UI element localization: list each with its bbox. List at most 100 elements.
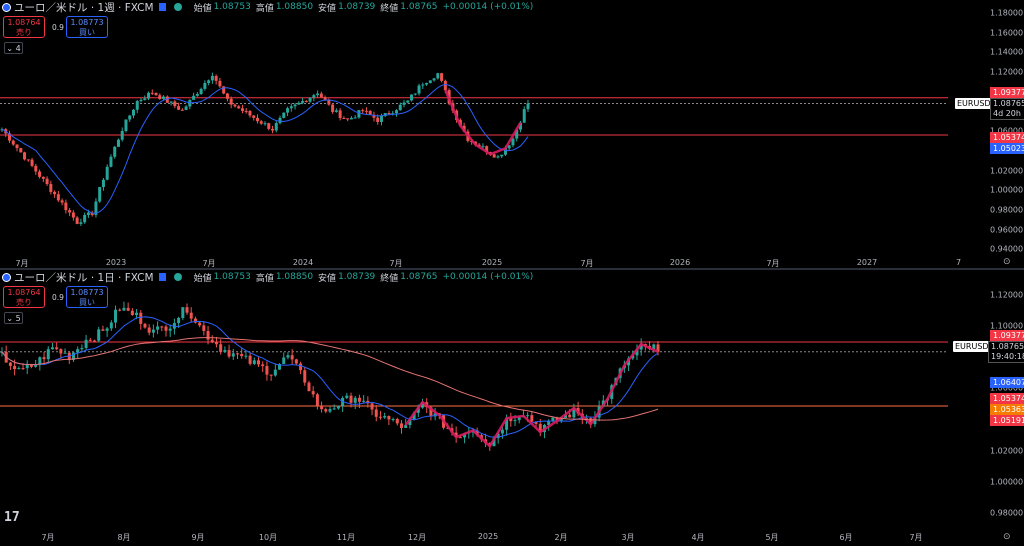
candle-body (353, 117, 357, 119)
candle-body (349, 395, 353, 403)
symbol-logo-icon (2, 2, 11, 12)
candle-body (319, 93, 323, 98)
candle-body (410, 94, 414, 101)
candle-body (252, 360, 256, 364)
candle-body (135, 101, 139, 110)
candle-body (105, 166, 109, 180)
candle-body (235, 353, 239, 355)
candle-body (113, 146, 117, 157)
candle-body (151, 329, 155, 333)
candle-body (278, 117, 282, 124)
candle-body (41, 176, 45, 179)
candle-body (19, 148, 23, 153)
candle-body (273, 369, 277, 376)
settings-gear-icon[interactable]: ⊙ (1003, 532, 1011, 542)
spread-value: 0.9 (52, 23, 64, 32)
candle-body (271, 128, 275, 131)
daily-chart-pane[interactable]: ユーロ／米ドル · 1日 · FXCM 始値 1.08753 高値 1.08850 … (0, 270, 1024, 546)
candle-body (164, 326, 168, 331)
sell-label: 売り (16, 28, 32, 37)
candle-body (294, 359, 298, 364)
candle-body (261, 364, 265, 367)
price-axis[interactable]: 1.180001.160001.140001.120001.100001.080… (948, 0, 1024, 258)
last-price-box: 1.08765 19:40:18 (988, 341, 1024, 363)
sell-button[interactable]: 1.08764 売り (3, 286, 45, 308)
candle-body (76, 349, 80, 353)
indicators-collapse-button[interactable]: ⌄ 5 (4, 312, 23, 324)
candle-body (265, 366, 269, 375)
candle-body (177, 106, 181, 110)
flag-icon[interactable] (158, 3, 166, 11)
buy-button[interactable]: 1.08773 買い (66, 286, 108, 308)
y-tick-label: 1.18000 (990, 8, 1024, 18)
candle-body (50, 347, 54, 350)
settings-gear-icon[interactable]: ⊙ (1003, 257, 1011, 267)
candle-body (80, 347, 84, 350)
candle-body (357, 110, 361, 118)
weekly-chart-pane[interactable]: ユーロ／米ドル · 1週 · FXCM 始値 1.08753 高値 1.08850 … (0, 0, 1024, 277)
candle-body (362, 400, 366, 402)
x-tick-label: 4月 (691, 533, 705, 542)
price-tag-ma-slow: 1.05363 (990, 404, 1024, 415)
chart-title[interactable]: ユーロ／米ドル · 1週 · FXCM (14, 0, 154, 15)
candle-body (177, 317, 181, 324)
tradingview-logo-icon[interactable]: 17 (4, 510, 20, 525)
price-tag-support: 1.05374 (990, 393, 1024, 404)
candle-body (109, 156, 113, 167)
candle-body (46, 349, 50, 360)
candle-body (160, 326, 164, 328)
candle-body (231, 353, 235, 357)
candle-body (93, 340, 97, 342)
symbol-tag: EURUSD (953, 341, 991, 352)
candle-body (257, 360, 261, 365)
candle-body (267, 123, 271, 129)
candle-body (135, 312, 139, 315)
market-open-icon (173, 273, 182, 281)
candle-body (98, 187, 102, 202)
bar-countdown: 19:40:18 (991, 352, 1024, 361)
x-tick-label: 2026 (669, 258, 691, 267)
candle-body (30, 159, 34, 166)
price-tag-low: 1.05191 (990, 415, 1024, 426)
candle-body (304, 100, 308, 102)
y-tick-label: 1.02000 (990, 166, 1024, 176)
candle-body (185, 307, 189, 313)
candle-body (345, 395, 349, 398)
indicators-collapse-button[interactable]: ⌄ 4 (4, 42, 23, 54)
candle-body (126, 307, 130, 311)
candle-body (387, 416, 391, 420)
candle-body (252, 115, 256, 118)
sell-button[interactable]: 1.08764 売り (3, 16, 45, 38)
candle-body (184, 106, 188, 111)
time-axis[interactable]: 7月20237月20247月20257月20267月20277月 (0, 258, 964, 277)
daily-candles-plot[interactable] (0, 270, 948, 532)
candle-body (336, 405, 340, 409)
x-tick-label: 2025 (477, 532, 499, 541)
candle-body (97, 329, 101, 341)
chart-title[interactable]: ユーロ／米ドル · 1日 · FXCM (14, 270, 154, 285)
high-value: 1.08850 (275, 2, 314, 12)
candle-body (320, 405, 324, 410)
candle-body (64, 202, 68, 211)
weekly-candles-plot[interactable] (0, 0, 948, 258)
candle-body (45, 178, 49, 185)
candle-body (192, 95, 196, 100)
flag-icon[interactable] (158, 273, 166, 281)
y-tick-label: 0.98000 (990, 508, 1024, 518)
time-axis[interactable]: 7月 8月 9月 10月 11月 12月 2025 2月 3月 4月 5月 6月 7月 (0, 532, 948, 544)
candle-body (233, 104, 237, 107)
buy-label: 買い (79, 28, 95, 37)
candle-body (428, 80, 432, 83)
candle-body (23, 152, 27, 160)
candle-body (395, 110, 398, 114)
candle-body (398, 104, 402, 111)
x-tick-label: 6月 (839, 533, 853, 542)
candle-body (15, 144, 19, 149)
x-tick-label: 11月 (336, 533, 356, 542)
candle-body (53, 191, 57, 195)
x-tick-label: 10月 (258, 533, 278, 542)
candle-body (227, 350, 231, 357)
candle-body (406, 100, 410, 103)
buy-button[interactable]: 1.08773 買い (66, 16, 108, 38)
high-label: 高値 (255, 273, 274, 284)
